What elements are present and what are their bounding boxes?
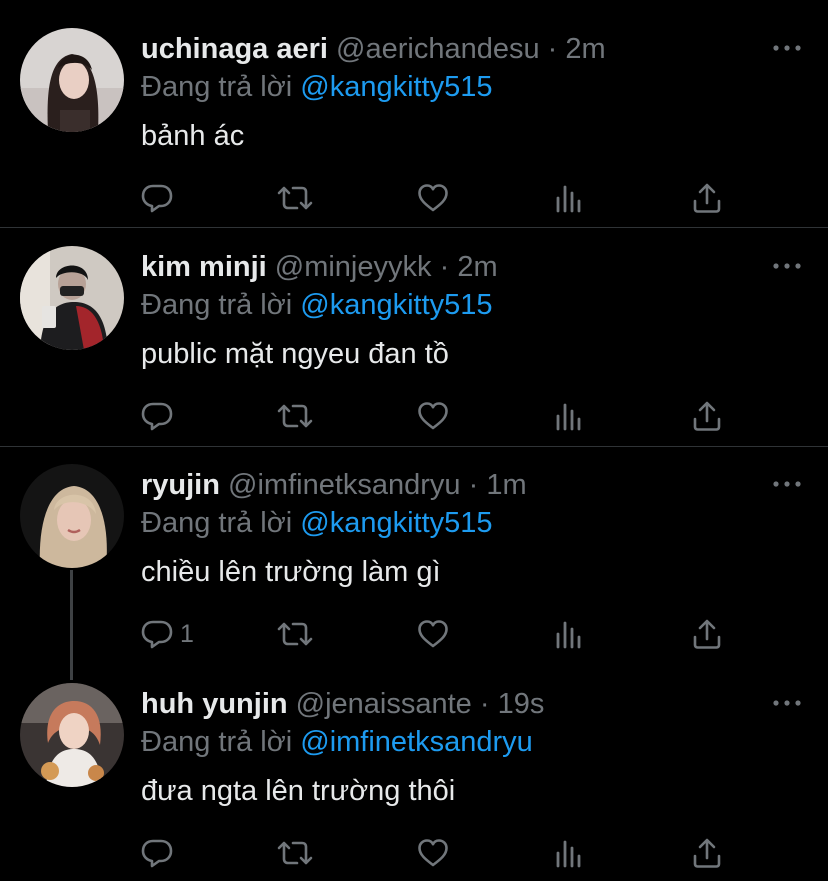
tweet[interactable]: kim minji @minjeyykk · 2m Đang trả lời @… (0, 218, 828, 445)
share-icon (692, 836, 722, 870)
like-button[interactable] (416, 396, 450, 436)
tweet-header: huh yunjin @jenaissante · 19s (141, 687, 544, 721)
tweet-actions (0, 396, 828, 436)
more-icon[interactable] (772, 693, 802, 713)
share-button[interactable] (692, 614, 722, 654)
views-button[interactable] (555, 614, 585, 654)
replying-to-line: Đang trả lời @kangkitty515 (141, 70, 493, 104)
timestamp[interactable]: 1m (486, 469, 526, 501)
reply-button[interactable]: 1 (140, 614, 194, 654)
avatar[interactable] (20, 28, 124, 132)
replying-to-label: Đang trả lời (141, 289, 293, 321)
timestamp[interactable]: 2m (457, 251, 497, 283)
tweet-header: ryujin @imfinetksandryu · 1m (141, 468, 527, 502)
user-handle[interactable]: @imfinetksandryu (228, 469, 461, 501)
share-icon (692, 617, 722, 651)
separator-dot: · (547, 33, 558, 65)
reply-count: 1 (180, 619, 194, 648)
heart-icon (416, 617, 450, 651)
tweet-text: public mặt ngyeu đan tồ (141, 338, 449, 370)
tweet-actions: 1 (0, 614, 828, 654)
mention-link[interactable]: @imfinetksandryu (300, 726, 533, 758)
reply-button[interactable] (140, 833, 180, 873)
like-button[interactable] (416, 614, 450, 654)
display-name[interactable]: uchinaga aeri (141, 33, 328, 65)
tweet[interactable]: uchinaga aeri @aerichandesu · 2m Đang tr… (0, 0, 828, 227)
like-button[interactable] (416, 833, 450, 873)
replying-to-label: Đang trả lời (141, 507, 293, 539)
display-name[interactable]: huh yunjin (141, 688, 288, 720)
retweet-button[interactable] (276, 833, 314, 873)
avatar[interactable] (20, 246, 124, 350)
views-button[interactable] (555, 396, 585, 436)
like-button[interactable] (416, 178, 450, 218)
share-button[interactable] (692, 178, 722, 218)
heart-icon (416, 399, 450, 433)
more-icon[interactable] (772, 38, 802, 58)
mention-link[interactable]: @kangkitty515 (300, 71, 492, 103)
timestamp[interactable]: 2m (565, 33, 605, 65)
heart-icon (416, 836, 450, 870)
reply-icon (140, 181, 174, 215)
user-handle[interactable]: @jenaissante (296, 688, 472, 720)
more-icon[interactable] (772, 256, 802, 276)
mention-link[interactable]: @kangkitty515 (300, 289, 492, 321)
separator-dot: · (439, 251, 450, 283)
reply-button[interactable] (140, 178, 180, 218)
retweet-icon (276, 617, 314, 651)
tweet[interactable]: ryujin @imfinetksandryu · 1m Đang trả lờ… (0, 436, 828, 663)
tweet[interactable]: huh yunjin @jenaissante · 19s Đang trả l… (0, 655, 828, 881)
display-name[interactable]: kim minji (141, 251, 267, 283)
retweet-icon (276, 836, 314, 870)
user-handle[interactable]: @aerichandesu (336, 33, 540, 65)
tweet-header: kim minji @minjeyykk · 2m (141, 250, 498, 284)
reply-button[interactable] (140, 396, 180, 436)
share-icon (692, 181, 722, 215)
views-icon (555, 181, 585, 215)
tweet-actions (0, 178, 828, 218)
reply-icon (140, 617, 174, 651)
replying-to-line: Đang trả lời @imfinetksandryu (141, 725, 533, 759)
heart-icon (416, 181, 450, 215)
views-icon (555, 836, 585, 870)
retweet-button[interactable] (276, 614, 314, 654)
tweet-text: bảnh ác (141, 120, 245, 152)
tweet-header: uchinaga aeri @aerichandesu · 2m (141, 32, 606, 66)
tweet-text: đưa ngta lên trường thôi (141, 775, 456, 807)
views-icon (555, 399, 585, 433)
reply-icon (140, 836, 174, 870)
views-icon (555, 617, 585, 651)
share-button[interactable] (692, 833, 722, 873)
views-button[interactable] (555, 178, 585, 218)
replying-to-label: Đang trả lời (141, 726, 293, 758)
views-button[interactable] (555, 833, 585, 873)
avatar[interactable] (20, 464, 124, 568)
tweet-actions (0, 833, 828, 873)
separator-dot: · (468, 469, 479, 501)
replying-to-line: Đang trả lời @kangkitty515 (141, 288, 493, 322)
replying-to-line: Đang trả lời @kangkitty515 (141, 506, 493, 540)
user-handle[interactable]: @minjeyykk (275, 251, 432, 283)
more-icon[interactable] (772, 474, 802, 494)
display-name[interactable]: ryujin (141, 469, 220, 501)
timestamp[interactable]: 19s (498, 688, 545, 720)
reply-icon (140, 399, 174, 433)
share-icon (692, 399, 722, 433)
retweet-icon (276, 181, 314, 215)
retweet-button[interactable] (276, 396, 314, 436)
mention-link[interactable]: @kangkitty515 (300, 507, 492, 539)
avatar[interactable] (20, 683, 124, 787)
share-button[interactable] (692, 396, 722, 436)
retweet-icon (276, 399, 314, 433)
retweet-button[interactable] (276, 178, 314, 218)
tweet-text: chiều lên trường làm gì (141, 556, 441, 588)
separator-dot: · (479, 688, 490, 720)
replying-to-label: Đang trả lời (141, 71, 293, 103)
